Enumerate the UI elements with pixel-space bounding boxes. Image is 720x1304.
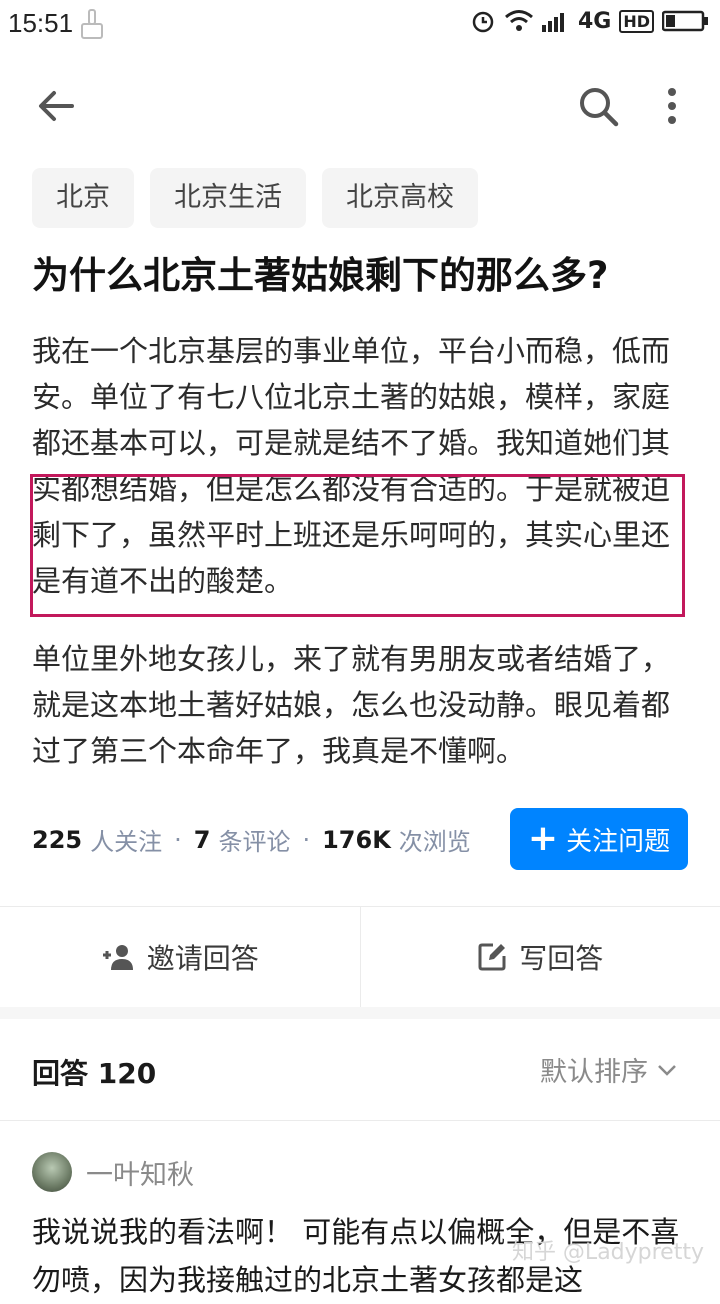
answers-header: 回答 120 默认排序	[0, 1020, 720, 1121]
followers-count: 225	[32, 826, 82, 854]
views-label: 次浏览	[399, 822, 471, 857]
back-arrow-icon[interactable]	[34, 84, 78, 128]
separator-dot: ·	[302, 826, 310, 854]
avatar[interactable]	[32, 1152, 72, 1192]
watermark: 知乎 @Ladypretty	[512, 1234, 704, 1266]
write-label: 写回答	[519, 937, 603, 977]
sort-label: 默认排序	[540, 1050, 648, 1089]
chevron-down-icon	[656, 1063, 678, 1077]
network-label: 4G	[578, 9, 611, 34]
alarm-icon	[470, 8, 496, 34]
hd-badge: HD	[619, 10, 654, 33]
app-bar	[0, 70, 720, 142]
write-answer-button[interactable]: 写回答	[360, 907, 720, 1007]
plus-icon: +	[528, 821, 558, 857]
broom-icon	[78, 8, 106, 40]
follow-button-label: 关注问题	[566, 821, 670, 858]
section-divider	[0, 1007, 720, 1019]
more-vertical-icon[interactable]	[654, 84, 690, 128]
signal-icon	[542, 10, 570, 32]
followers-label: 人关注	[90, 822, 162, 857]
comments-count[interactable]: 7	[194, 826, 211, 854]
description-paragraph: 单位里外地女孩儿，来了就有男朋友或者结婚了，就是这本地土著好姑娘，怎么也没动静。…	[32, 636, 692, 774]
answer-author[interactable]: 一叶知秋	[32, 1152, 194, 1192]
status-bar: 15:51 4G HD	[0, 0, 720, 50]
topic-tag[interactable]: 北京	[32, 168, 134, 228]
author-name[interactable]: 一叶知秋	[86, 1153, 194, 1192]
status-time: 15:51	[8, 8, 73, 39]
invite-label: 邀请回答	[147, 937, 259, 977]
wifi-icon	[504, 9, 534, 33]
topic-tag[interactable]: 北京生活	[150, 168, 306, 228]
edit-icon	[477, 942, 507, 972]
highlight-annotation-box	[30, 474, 685, 617]
answers-count-title: 回答 120	[32, 1052, 156, 1092]
separator-dot: ·	[174, 826, 182, 854]
battery-icon	[662, 10, 710, 32]
status-right: 4G HD	[470, 8, 710, 34]
follow-question-button[interactable]: + 关注问题	[510, 808, 688, 870]
sort-dropdown[interactable]: 默认排序	[540, 1050, 678, 1089]
views-count: 176K	[322, 826, 391, 854]
question-stats: 225 人关注 · 7 条评论 · 176K 次浏览	[32, 822, 471, 857]
question-title: 为什么北京土著姑娘剩下的那么多?	[32, 250, 692, 302]
invite-answer-button[interactable]: 邀请回答	[0, 907, 360, 1007]
search-icon[interactable]	[576, 84, 620, 128]
topic-tag[interactable]: 北京高校	[322, 168, 478, 228]
add-person-icon	[101, 943, 135, 971]
topic-tags: 北京 北京生活 北京高校	[32, 168, 478, 228]
comments-label[interactable]: 条评论	[218, 822, 290, 857]
action-bar: 邀请回答 写回答	[0, 906, 720, 1008]
